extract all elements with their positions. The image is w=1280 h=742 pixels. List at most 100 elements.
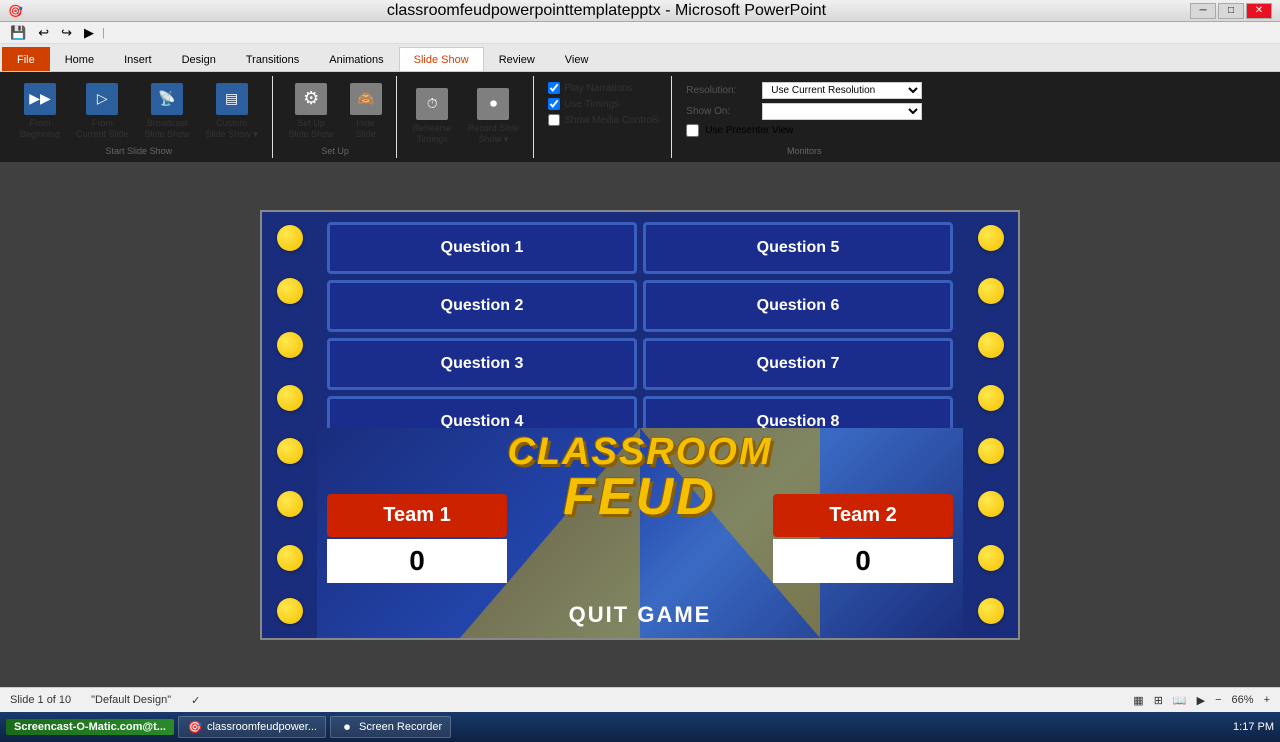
show-media-input[interactable] <box>548 114 560 126</box>
tab-slide-show[interactable]: Slide Show <box>399 47 484 71</box>
question-6-button[interactable]: Question 6 <box>643 280 953 332</box>
question-7-button[interactable]: Question 7 <box>643 338 953 390</box>
use-timings-input[interactable] <box>548 98 560 110</box>
custom-icon: ▤ <box>216 83 248 115</box>
presenter-view-label: Use Presenter View <box>705 125 793 136</box>
question-2-button[interactable]: Question 2 <box>327 280 637 332</box>
screencast-badge[interactable]: Screencast-O-Matic.com@t... <box>6 719 174 735</box>
powerpoint-taskbar-item[interactable]: 🎯 classroomfeudpower... <box>178 716 326 738</box>
team1-button[interactable]: Team 1 <box>327 494 507 537</box>
setup-label: Set UpSlide Show <box>289 118 334 140</box>
minimize-button[interactable]: ─ <box>1190 3 1216 19</box>
dot <box>978 598 1004 624</box>
taskbar-time: 1:17 PM <box>1233 721 1274 733</box>
from-beginning-label: FromBeginning <box>20 118 60 140</box>
setup-slideshow-button[interactable]: ⚙ Set UpSlide Show <box>283 79 340 144</box>
tab-view[interactable]: View <box>550 47 604 71</box>
tab-insert[interactable]: Insert <box>109 47 167 71</box>
ribbon-group-start-slideshow: ▶▶ FromBeginning ▷ FromCurrent Slide 📡 B… <box>6 76 273 158</box>
quick-access-toolbar: 💾 ↩ ↪ ▶ | <box>0 22 1280 44</box>
use-timings-checkbox[interactable]: Use Timings <box>548 98 659 110</box>
dot <box>978 278 1004 304</box>
dot <box>277 598 303 624</box>
from-current-button[interactable]: ▷ FromCurrent Slide <box>70 79 135 144</box>
redo-button[interactable]: ↪ <box>57 23 76 43</box>
hide-icon: 🙈 <box>350 83 382 115</box>
rehearse-label: RehearseTimings <box>413 123 452 145</box>
ribbon-group-monitors: Resolution: Use Current Resolution Show … <box>674 76 934 158</box>
play-narrations-label: Play Narrations <box>564 83 632 94</box>
show-media-checkbox[interactable]: Show Media Controls <box>548 114 659 126</box>
zoom-in-button[interactable]: + <box>1264 694 1270 706</box>
broadcast-button[interactable]: 📡 BroadcastSlide Show <box>139 79 196 144</box>
tab-home[interactable]: Home <box>50 47 109 71</box>
setup-icon: ⚙ <box>295 83 327 115</box>
custom-label: CustomSlide Show ▾ <box>206 118 258 140</box>
window-title: classroomfeudpowerpointtemplatepptx - Mi… <box>387 2 826 20</box>
tab-design[interactable]: Design <box>167 47 231 71</box>
slide-canvas[interactable]: Question 1 Question 5 Question 2 Questio… <box>260 210 1020 640</box>
presenter-view-input[interactable] <box>686 124 699 137</box>
custom-slideshow-button[interactable]: ▤ CustomSlide Show ▾ <box>200 79 264 144</box>
play-narrations-input[interactable] <box>548 82 560 94</box>
ribbon-group-checkboxes: Play Narrations Use Timings Show Media C… <box>536 76 672 158</box>
view-reading-icon[interactable]: 📖 <box>1173 694 1187 707</box>
tab-file[interactable]: File <box>2 47 50 71</box>
view-slideshow-icon[interactable]: ▶ <box>1197 694 1205 707</box>
left-dot-border <box>262 212 317 638</box>
view-slidesorter-icon[interactable]: ⊞ <box>1154 694 1163 707</box>
play-narrations-checkbox[interactable]: Play Narrations <box>548 82 659 94</box>
right-dot-border <box>963 212 1018 638</box>
timings-buttons: ⏱ RehearseTimings ⏺ Record SlideShow ▾ <box>407 76 526 156</box>
question-5-button[interactable]: Question 5 <box>643 222 953 274</box>
team1-section: Team 1 0 <box>327 494 507 583</box>
save-button[interactable]: 💾 <box>6 23 30 43</box>
maximize-button[interactable]: □ <box>1218 3 1244 19</box>
resolution-dropdown[interactable]: Use Current Resolution <box>762 82 922 99</box>
resolution-row: Resolution: Use Current Resolution <box>686 82 922 99</box>
record-button[interactable]: ⏺ Record SlideShow ▾ <box>462 84 526 149</box>
zoom-out-button[interactable]: − <box>1215 694 1221 706</box>
recorder-icon: ⏺ <box>339 719 355 735</box>
dot <box>978 491 1004 517</box>
slide-panel: Question 1 Question 5 Question 2 Questio… <box>0 162 1280 687</box>
show-on-dropdown[interactable] <box>762 103 922 120</box>
team2-button[interactable]: Team 2 <box>773 494 953 537</box>
from-current-icon: ▷ <box>86 83 118 115</box>
tab-animations[interactable]: Animations <box>314 47 398 71</box>
show-media-label: Show Media Controls <box>564 115 659 126</box>
question-grid: Question 1 Question 5 Question 2 Questio… <box>322 217 958 453</box>
ribbon-tabs: File Home Insert Design Transitions Anim… <box>0 44 1280 72</box>
taskbar: Screencast-O-Matic.com@t... 🎯 classroomf… <box>0 712 1280 742</box>
ribbon-content: ▶▶ FromBeginning ▷ FromCurrent Slide 📡 B… <box>0 72 1280 162</box>
ribbon-group-setup: ⚙ Set UpSlide Show 🙈 HideSlide Set Up <box>275 76 397 158</box>
rehearse-button[interactable]: ⏱ RehearseTimings <box>407 84 458 149</box>
view-normal-icon[interactable]: ▦ <box>1133 694 1143 707</box>
presenter-view-checkbox[interactable]: Use Presenter View <box>686 124 922 137</box>
start-slideshow-group-label: Start Slide Show <box>106 146 173 158</box>
tab-transitions[interactable]: Transitions <box>231 47 314 71</box>
play-button[interactable]: ▶ <box>80 23 98 43</box>
setup-group-label: Set Up <box>321 146 349 158</box>
dot <box>277 332 303 358</box>
monitors-group-label: Monitors <box>787 146 822 158</box>
quit-game-button[interactable]: QUIT GAME <box>569 602 712 628</box>
checkboxes-container: Play Narrations Use Timings Show Media C… <box>544 76 663 132</box>
hide-slide-button[interactable]: 🙈 HideSlide <box>344 79 388 144</box>
question-1-button[interactable]: Question 1 <box>327 222 637 274</box>
from-beginning-button[interactable]: ▶▶ FromBeginning <box>14 79 66 144</box>
record-icon: ⏺ <box>477 88 509 120</box>
window-controls[interactable]: ─ □ ✕ <box>1190 3 1272 19</box>
rehearse-icon: ⏱ <box>416 88 448 120</box>
dot <box>978 545 1004 571</box>
dot <box>277 385 303 411</box>
tab-review[interactable]: Review <box>484 47 550 71</box>
undo-button[interactable]: ↩ <box>34 23 53 43</box>
hide-label: HideSlide <box>356 118 376 140</box>
question-3-button[interactable]: Question 3 <box>327 338 637 390</box>
spell-check-icon: ✓ <box>191 694 200 707</box>
recorder-taskbar-item[interactable]: ⏺ Screen Recorder <box>330 716 451 738</box>
record-label: Record SlideShow ▾ <box>468 123 520 145</box>
close-button[interactable]: ✕ <box>1246 3 1272 19</box>
powerpoint-label: classroomfeudpower... <box>207 721 317 733</box>
